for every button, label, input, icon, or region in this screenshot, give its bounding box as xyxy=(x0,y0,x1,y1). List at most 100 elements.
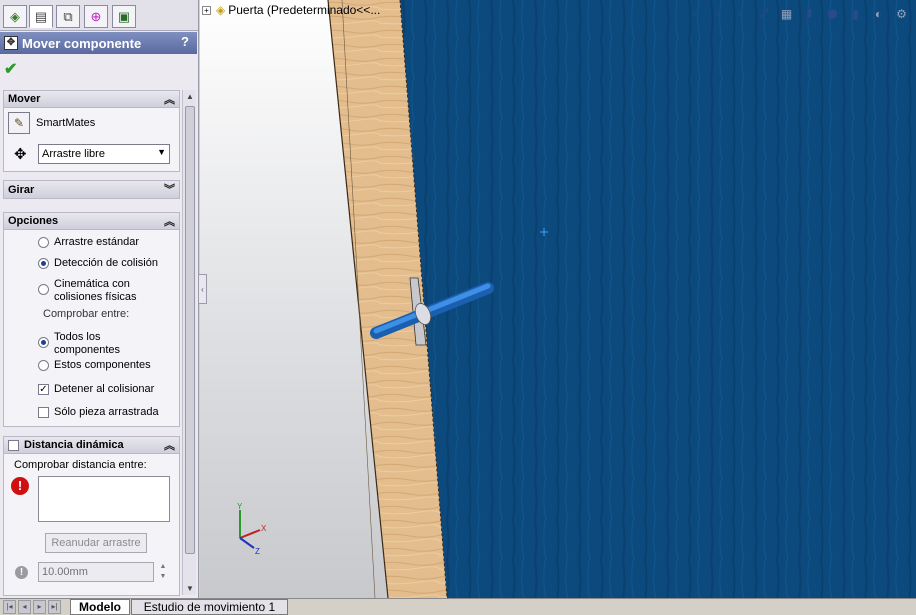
flyout-tree-node[interactable]: + ◈ Puerta (Predeterminado<<... xyxy=(202,3,380,17)
radio-button[interactable] xyxy=(38,337,49,348)
checkbox[interactable] xyxy=(38,407,49,418)
collapse-chevron-icon[interactable]: ︽ xyxy=(164,91,175,107)
crosshair-icon: ⊕ xyxy=(90,8,102,24)
property-sheet-icon: ▤ xyxy=(34,8,48,24)
first-tab-arrow[interactable]: |◂ xyxy=(3,600,16,614)
display-manager-tab[interactable]: ▣ xyxy=(112,5,136,28)
distance-between-text: Comprobar distancia entre: xyxy=(14,459,147,471)
view-settings-icon[interactable]: ⚙ xyxy=(893,5,910,22)
radio-label-line2: colisiones físicas xyxy=(54,291,137,303)
opciones-header-label: Opciones xyxy=(8,215,59,227)
property-manager-panel: ◈ ▤ ⧉ ⊕ ▣ ✥ Mover componente ? ✔ Mover ︽… xyxy=(0,0,199,598)
view-orientation-icon[interactable]: ▦ xyxy=(778,5,795,22)
distance-value-field[interactable]: 10.00mm xyxy=(38,562,154,582)
radio-button[interactable] xyxy=(38,284,49,295)
checkbox[interactable]: ✓ xyxy=(38,384,49,395)
scrollbar-thumb[interactable] xyxy=(185,106,195,554)
mover-group-header[interactable]: Mover ︽ xyxy=(4,91,179,108)
mover-header-label: Mover xyxy=(8,93,41,105)
solidworks-window: ◈ ▤ ⧉ ⊕ ▣ ✥ Mover componente ? ✔ Mover ︽… xyxy=(0,0,916,615)
dynamic-distance-header[interactable]: Distancia dinámica ︽ xyxy=(4,437,179,454)
featuremanager-tab[interactable]: ◈ xyxy=(3,5,27,28)
tab-motion-study[interactable]: Estudio de movimiento 1 xyxy=(131,599,288,615)
tab-model[interactable]: Modelo xyxy=(70,599,130,615)
checkbox-dragged-part-only[interactable]: Sólo pieza arrastrada xyxy=(38,406,159,419)
dimxpert-tab[interactable]: ⊕ xyxy=(84,5,108,28)
configurationmanager-tab[interactable]: ⧉ xyxy=(56,5,80,28)
girar-group-header[interactable]: Girar ︾ xyxy=(4,181,179,198)
dynamic-distance-checkbox[interactable] xyxy=(8,439,19,451)
graphics-area[interactable]: + ◈ Puerta (Predeterminado<<... ⌕ ⌕ ⌕ ⤢ … xyxy=(200,0,916,598)
move-type-value: Arrastre libre xyxy=(42,148,105,160)
panel-collapse-handle[interactable]: ‹ xyxy=(199,274,207,304)
smartmates-button[interactable]: ✎ xyxy=(8,112,30,134)
manager-tabs: ◈ ▤ ⧉ ⊕ ▣ xyxy=(0,0,198,31)
radio-all-components[interactable]: Todos los componentes xyxy=(38,331,120,357)
move-type-dropdown[interactable]: Arrastre libre ▼ xyxy=(38,144,170,164)
hide-show-icon[interactable]: ⬢ xyxy=(824,5,841,22)
distance-spinner[interactable]: ▲ ▼ xyxy=(157,562,169,582)
collapse-chevron-icon[interactable]: ︽ xyxy=(164,213,175,229)
check-between-text: Comprobar entre: xyxy=(43,308,130,320)
prev-tab-arrow[interactable]: ◂ xyxy=(18,600,31,614)
radio-button[interactable] xyxy=(38,237,49,248)
last-tab-arrow[interactable]: ▸| xyxy=(48,600,61,614)
apply-scene-icon[interactable]: ◐ xyxy=(870,5,887,22)
chevron-down-icon: ▼ xyxy=(157,147,166,157)
radio-physical-dynamics[interactable]: Cinemática con colisiones físicas xyxy=(38,278,137,304)
checkbox-label: Sólo pieza arrastrada xyxy=(54,406,159,418)
move-component-icon: ✥ xyxy=(4,36,18,50)
radio-button[interactable] xyxy=(38,258,49,269)
display-style-icon[interactable]: ⬍ xyxy=(801,5,818,22)
radio-standard-drag[interactable]: Arrastre estándar xyxy=(38,236,139,249)
expand-chevron-icon[interactable]: ︾ xyxy=(164,181,175,197)
radio-collision-detection[interactable]: Detección de colisión xyxy=(38,257,158,270)
smartmates-label: SmartMates xyxy=(36,116,96,129)
radio-these-components[interactable]: Estos componentes xyxy=(38,359,151,372)
info-icon: ! xyxy=(15,566,28,579)
coordinate-triad: Y X Z xyxy=(237,502,267,556)
heads-up-view-toolbar: ⌕ ⌕ ⌕ ⤢ ▦ ⬍ ⬢ ▮ ◐ ⚙ xyxy=(686,5,910,22)
distance-selection-box[interactable] xyxy=(38,476,170,522)
door-panel-face xyxy=(400,0,916,598)
section-view-icon[interactable]: ⤢ xyxy=(755,5,772,22)
collapse-chevron-icon[interactable]: ︽ xyxy=(164,437,175,453)
svg-text:Z: Z xyxy=(255,547,260,556)
next-tab-arrow[interactable]: ▸ xyxy=(33,600,46,614)
svg-text:Y: Y xyxy=(237,502,243,511)
display-icon: ▣ xyxy=(117,8,131,24)
dynamic-distance-label: Distancia dinámica xyxy=(24,439,124,451)
girar-header-label: Girar xyxy=(8,183,35,196)
radio-label: Cinemática con colisiones físicas xyxy=(54,278,137,304)
move-arrows-icon: ✥ xyxy=(14,146,27,163)
scroll-down-arrow[interactable]: ▼ xyxy=(185,584,195,593)
resume-drag-button[interactable]: Reanudar arrastre xyxy=(45,533,147,553)
svg-text:X: X xyxy=(261,524,267,533)
radio-label: Detección de colisión xyxy=(54,257,158,269)
expand-icon[interactable]: + xyxy=(202,5,211,15)
radio-label: Todos los componentes xyxy=(54,331,120,357)
panel-scrollbar[interactable]: ▲ ▼ xyxy=(182,90,196,595)
property-manager-title-bar: ✥ Mover componente ? xyxy=(0,32,197,54)
check-between-label: Comprobar entre: xyxy=(43,308,129,321)
radio-label-line1: Cinemática con xyxy=(54,278,130,290)
edit-appearance-icon[interactable]: ▮ xyxy=(847,5,864,22)
smartmates-row: ✎ SmartMates xyxy=(8,112,95,134)
propertymanager-tab[interactable]: ▤ xyxy=(29,5,53,28)
checkbox-label: Detener al colisionar xyxy=(54,383,155,395)
zoom-to-area-icon[interactable]: ⌕ xyxy=(709,5,726,22)
bottom-tab-bar: |◂ ◂ ▸ ▸| Modelo Estudio de movimiento 1 xyxy=(0,598,916,615)
radio-label: Estos componentes xyxy=(54,359,151,371)
opciones-group-header[interactable]: Opciones ︽ xyxy=(4,213,179,230)
checkbox-stop-at-collision[interactable]: ✓ Detener al colisionar xyxy=(38,383,154,396)
radio-button[interactable] xyxy=(38,360,49,371)
radio-label: Arrastre estándar xyxy=(54,236,139,248)
ok-check-button[interactable]: ✔ xyxy=(4,59,17,79)
configuration-icon: ⧉ xyxy=(63,8,73,24)
help-icon[interactable]: ? xyxy=(181,34,189,49)
distance-between-label: Comprobar distancia entre: xyxy=(14,459,147,472)
tree-node-label: Puerta (Predeterminado<<... xyxy=(228,3,381,17)
scroll-up-arrow[interactable]: ▲ xyxy=(185,92,195,101)
zoom-to-fit-icon[interactable]: ⌕ xyxy=(686,5,703,22)
zoom-in-out-icon[interactable]: ⌕ xyxy=(732,5,749,22)
